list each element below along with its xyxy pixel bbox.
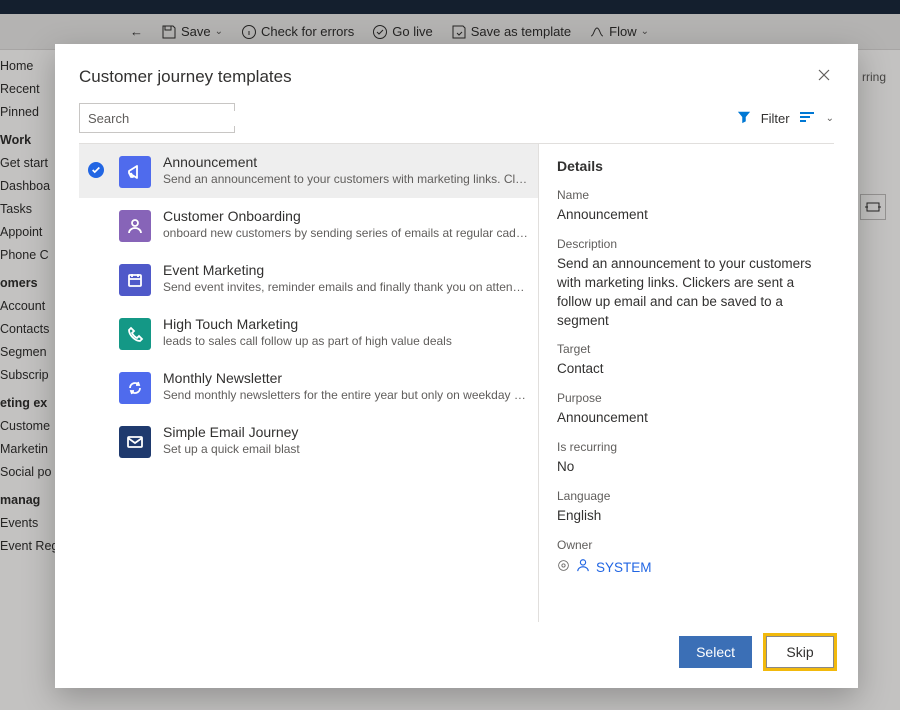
label-target: Target — [557, 342, 828, 356]
person-icon — [119, 210, 151, 242]
details-heading: Details — [557, 158, 828, 174]
refresh-icon — [119, 372, 151, 404]
filter-label[interactable]: Filter — [761, 111, 790, 126]
template-title: Customer Onboarding — [163, 208, 528, 224]
template-desc: Send an announcement to your customers w… — [163, 172, 528, 186]
search-input[interactable] — [88, 111, 264, 126]
gear-circle-icon — [557, 559, 570, 577]
template-list: Announcement Send an announcement to your… — [79, 144, 539, 622]
template-check — [85, 424, 107, 432]
template-desc: leads to sales call follow up as part of… — [163, 334, 528, 348]
close-button[interactable] — [814, 64, 834, 89]
template-check — [85, 208, 107, 216]
template-title: Simple Email Journey — [163, 424, 528, 440]
label-purpose: Purpose — [557, 391, 828, 405]
template-item[interactable]: Simple Email Journey Set up a quick email… — [79, 414, 538, 468]
template-check — [85, 370, 107, 378]
megaphone-icon — [119, 156, 151, 188]
template-title: High Touch Marketing — [163, 316, 528, 332]
value-purpose: Announcement — [557, 409, 828, 428]
template-desc: Send event invites, reminder emails and … — [163, 280, 528, 294]
template-desc: Send monthly newsletters for the entire … — [163, 388, 528, 402]
label-name: Name — [557, 188, 828, 202]
value-description: Send an announcement to your customers w… — [557, 255, 828, 331]
select-button[interactable]: Select — [679, 636, 752, 668]
mail-icon — [119, 426, 151, 458]
value-recurring: No — [557, 458, 828, 477]
details-pane: Details Name Announcement Description Se… — [539, 144, 834, 622]
search-box[interactable] — [79, 103, 235, 133]
template-check — [85, 154, 107, 178]
sort-icon[interactable] — [800, 110, 816, 127]
filter-icon[interactable] — [737, 110, 751, 127]
template-title: Announcement — [163, 154, 528, 170]
value-language: English — [557, 507, 828, 526]
template-picker-modal: Customer journey templates Filter ⌄ Anno… — [55, 44, 858, 688]
label-owner: Owner — [557, 538, 828, 552]
owner-row[interactable]: SYSTEM — [557, 558, 828, 578]
template-item[interactable]: Customer Onboarding onboard new customers… — [79, 198, 538, 252]
value-target: Contact — [557, 360, 828, 379]
close-icon — [818, 69, 830, 81]
value-name: Announcement — [557, 206, 828, 225]
template-check — [85, 316, 107, 324]
template-item[interactable]: High Touch Marketing leads to sales call … — [79, 306, 538, 360]
template-item[interactable]: Monthly Newsletter Send monthly newslette… — [79, 360, 538, 414]
template-title: Event Marketing — [163, 262, 528, 278]
check-circle-icon — [88, 162, 104, 178]
label-description: Description — [557, 237, 828, 251]
template-desc: onboard new customers by sending series … — [163, 226, 528, 240]
phone-icon — [119, 318, 151, 350]
template-desc: Set up a quick email blast — [163, 442, 528, 456]
owner-value: SYSTEM — [596, 559, 652, 578]
template-check — [85, 262, 107, 270]
template-title: Monthly Newsletter — [163, 370, 528, 386]
skip-button[interactable]: Skip — [766, 636, 834, 668]
chevron-down-icon[interactable]: ⌄ — [826, 113, 834, 124]
person-icon — [576, 558, 590, 578]
label-language: Language — [557, 489, 828, 503]
template-item[interactable]: Event Marketing Send event invites, remin… — [79, 252, 538, 306]
label-recurring: Is recurring — [557, 440, 828, 454]
template-item[interactable]: Announcement Send an announcement to your… — [79, 144, 538, 198]
modal-title: Customer journey templates — [79, 67, 292, 87]
calendar-icon — [119, 264, 151, 296]
